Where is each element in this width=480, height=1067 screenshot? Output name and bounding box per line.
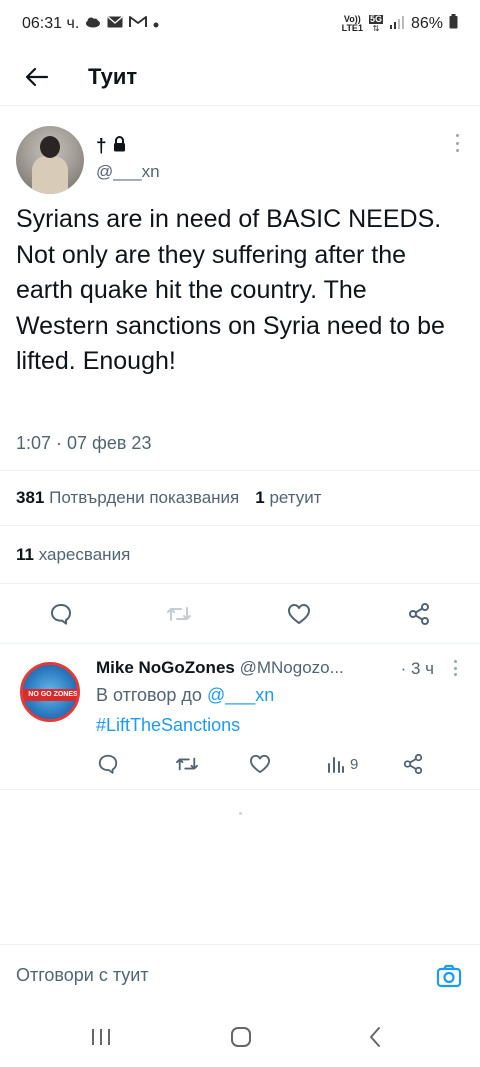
reply-comment-button[interactable] bbox=[97, 753, 119, 775]
chevron-left-icon bbox=[370, 1027, 380, 1047]
app-header: Туит bbox=[0, 48, 480, 106]
avatar[interactable] bbox=[16, 126, 84, 194]
reply-avatar-band: NO GO ZONES bbox=[23, 689, 77, 701]
status-bar: 06:31 ч. Vo)) LTE1 5G ⇅ 86% bbox=[0, 0, 480, 48]
page-title: Туит bbox=[88, 63, 138, 89]
reply-composer[interactable]: Отговори с туит bbox=[0, 944, 480, 1006]
reply-author-handle: @MNogozo... bbox=[239, 658, 344, 677]
reply-views-count: 9 bbox=[350, 755, 359, 773]
lock-icon bbox=[113, 136, 126, 158]
lte-label: LTE1 bbox=[341, 23, 363, 33]
reply-like-button[interactable] bbox=[249, 753, 271, 775]
volte-indicator: Vo)) LTE1 bbox=[342, 15, 363, 33]
loading-dot bbox=[239, 812, 242, 815]
data-arrows-icon: ⇅ bbox=[372, 24, 380, 33]
back-nav-button[interactable] bbox=[362, 1024, 388, 1050]
status-left: 06:31 ч. bbox=[22, 15, 159, 33]
reply-retweet-button[interactable] bbox=[175, 753, 199, 775]
replying-prefix: В отговор до bbox=[96, 685, 202, 705]
heart-icon bbox=[250, 754, 271, 774]
retweet-icon bbox=[176, 757, 198, 771]
retweets-count: 1 bbox=[255, 488, 265, 507]
signal-icon bbox=[389, 15, 405, 34]
reply-time: · 3 ч bbox=[400, 659, 434, 678]
replying-to-line: В отговор до @___xn bbox=[96, 685, 274, 706]
5g-indicator: 5G ⇅ bbox=[368, 14, 383, 33]
status-right: Vo)) LTE1 5G ⇅ 86% bbox=[342, 14, 458, 34]
avatar-figure-body bbox=[32, 156, 68, 194]
views-count: 381 bbox=[16, 488, 45, 507]
comment-icon bbox=[98, 754, 118, 774]
share-icon bbox=[409, 603, 429, 625]
status-time: 06:31 ч. bbox=[22, 15, 80, 32]
author-row: † @___xn bbox=[0, 120, 480, 194]
retweets-stat[interactable]: 1 ретуит bbox=[255, 488, 321, 508]
reply-author[interactable]: Mike NoGoZones @MNogozo... bbox=[96, 658, 344, 678]
views-label: Потвърдени показвания bbox=[49, 488, 240, 507]
tweet-text: Syrians are in need of BASIC NEEDS. Not … bbox=[16, 205, 445, 375]
recent-apps-button[interactable] bbox=[88, 1024, 114, 1050]
more-options-icon[interactable] bbox=[454, 134, 460, 152]
reply-actions: 9 bbox=[0, 750, 480, 778]
share-button[interactable] bbox=[406, 601, 432, 627]
replying-to-mention[interactable]: @___xn bbox=[207, 685, 274, 705]
tweet-stats: 381 Потвърдени показвания 1 ретуит bbox=[0, 470, 480, 526]
recent-apps-icon bbox=[92, 1029, 110, 1045]
cloud-icon bbox=[85, 15, 101, 33]
retweet-icon bbox=[167, 607, 191, 621]
author-name: † bbox=[96, 136, 107, 157]
back-button[interactable] bbox=[22, 62, 52, 92]
reply-share-button[interactable] bbox=[402, 753, 424, 775]
camera-button[interactable] bbox=[436, 963, 462, 989]
home-icon bbox=[231, 1027, 251, 1047]
home-button[interactable] bbox=[228, 1024, 254, 1050]
camera-icon bbox=[436, 964, 462, 988]
avatar-figure-head bbox=[40, 136, 60, 158]
tweet-actions bbox=[0, 584, 480, 644]
comment-icon bbox=[51, 604, 71, 625]
battery-percent: 86% bbox=[410, 15, 443, 32]
hashtag-link[interactable]: #LiftTheSanctions bbox=[96, 715, 240, 736]
share-icon bbox=[403, 753, 423, 775]
likes-stat[interactable]: 11 харесвания bbox=[0, 526, 480, 584]
likes-count: 11 bbox=[16, 544, 34, 564]
arrow-left-icon bbox=[25, 67, 49, 86]
reply-views-button[interactable]: 9 bbox=[327, 753, 358, 775]
analytics-icon bbox=[328, 757, 344, 773]
5g-label: 5G bbox=[368, 14, 383, 24]
views-stat[interactable]: 381 Потвърдени показвания bbox=[16, 488, 239, 508]
author-handle[interactable]: @___xn bbox=[96, 162, 160, 182]
reply-button[interactable] bbox=[48, 601, 74, 627]
mail-icon bbox=[107, 15, 123, 33]
reply-input-placeholder[interactable]: Отговори с туит bbox=[16, 965, 149, 986]
retweets-label: ретуит bbox=[269, 488, 322, 507]
gmail-icon bbox=[129, 15, 148, 33]
main-tweet: † @___xn Syrians are in need of BASIC NE… bbox=[0, 120, 480, 453]
tweet-timestamp[interactable]: 1:07 · 07 фев 23 bbox=[16, 433, 151, 454]
system-nav-bar bbox=[0, 1006, 480, 1067]
reply-more-options-icon[interactable] bbox=[452, 660, 458, 676]
reply-avatar[interactable]: NO GO ZONES bbox=[20, 662, 80, 722]
reply-tweet[interactable]: NO GO ZONES Mike NoGoZones @MNogozo... ·… bbox=[0, 644, 480, 790]
author-name-line[interactable]: † bbox=[96, 136, 126, 158]
battery-icon bbox=[449, 14, 458, 34]
notification-dot-icon bbox=[153, 15, 159, 33]
likes-label: харесвания bbox=[38, 544, 131, 564]
heart-icon bbox=[288, 604, 310, 624]
like-button[interactable] bbox=[286, 601, 312, 627]
retweet-button[interactable] bbox=[166, 601, 192, 627]
reply-author-name: Mike NoGoZones bbox=[96, 658, 235, 677]
